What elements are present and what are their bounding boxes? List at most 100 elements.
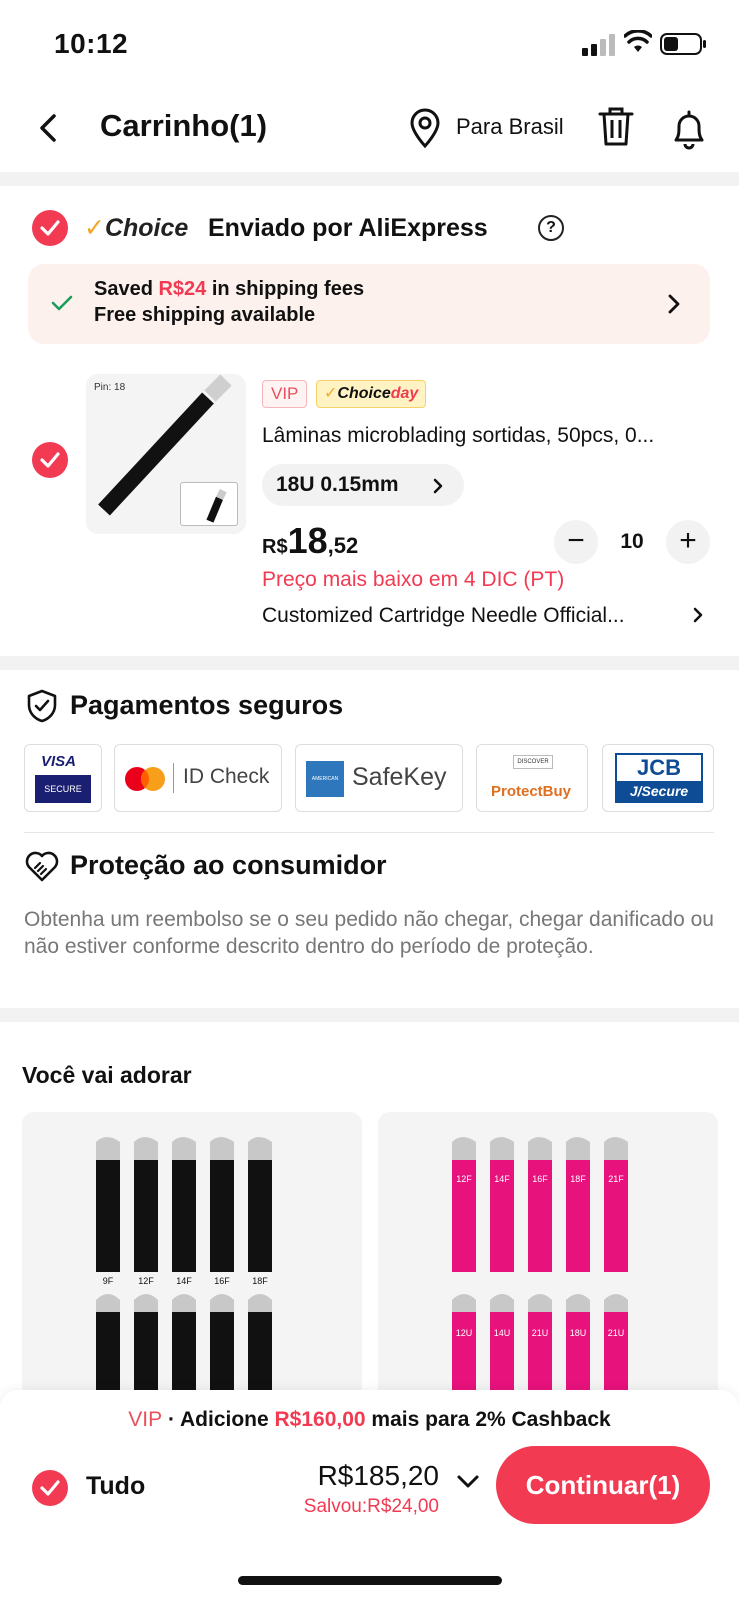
blade-body [134,1160,158,1272]
product-thumbnail [180,482,238,526]
divider [0,1008,739,1022]
jcb-jsecure-logo: JCB J/Secure [602,744,714,812]
checkout-bar: VIP · Adicione R$160,00 mais para 2% Cas… [0,1390,739,1600]
chevron-down-icon[interactable] [456,1474,480,1490]
seller-name[interactable]: Customized Cartridge Needle Official... [262,604,682,628]
blade-tip [604,1137,628,1160]
choiceday-badge: ✓Choiceday [316,380,427,408]
blade-tip [452,1137,476,1160]
blade-tip [490,1137,514,1160]
vip-badge: VIP [262,380,308,408]
shipping-saved-text: Saved R$24 in shipping fees [94,278,365,300]
blade-body [172,1160,196,1272]
free-shipping-text: Free shipping available [94,304,316,326]
blade-label: 12F [138,1276,154,1286]
cashback-note: VIP · Adicione R$160,00 mais para 2% Cas… [128,1408,611,1431]
blade-tip [452,1294,476,1312]
choice-logo: ✓Choice [84,214,189,242]
shield-check-icon [27,689,57,723]
store-name: Enviado por AliExpress [208,214,488,242]
chevron-right-icon [433,478,443,494]
divider [24,832,714,833]
blade-label: 14F [494,1174,510,1184]
bell-icon[interactable] [670,106,708,150]
blade-label: 14U [494,1328,511,1338]
chevron-right-icon [668,294,680,314]
pink-blades-image: 12F 12U 14F 14U 16F 21U 18F 18U 21F 21U [378,1112,718,1412]
signal-icon [582,34,615,56]
product-title[interactable]: Lâminas microblading sortidas, 50pcs, 0.… [262,424,712,448]
header: Carrinho(1) Para Brasil [0,98,739,160]
saved-amount: Salvou:R$24,00 [303,1496,439,1517]
blade-body [210,1160,234,1272]
quantity-increase-button[interactable]: + [666,520,710,564]
quantity-decrease-button[interactable]: − [554,520,598,564]
divider [0,172,739,186]
total-price: R$185,20 [317,1460,439,1491]
amex-safekey-logo: AMERICAN EXPRESS SafeKey [295,744,463,818]
blade-tip [96,1294,120,1312]
blade-label: 14F [176,1276,192,1286]
chevron-right-icon[interactable] [692,606,704,624]
back-arrow-icon[interactable] [30,108,70,148]
protection-title: Proteção ao consumidor [70,850,387,880]
page-title: Carrinho(1) [100,108,268,143]
blade-tip [248,1294,272,1312]
select-all-checkbox[interactable] [32,1470,68,1506]
continue-button[interactable]: Continuar(1) [496,1446,710,1524]
blade-label: 12F [456,1174,472,1184]
divider [0,656,739,670]
product-select-checkbox[interactable] [32,442,68,478]
help-icon[interactable]: ? [538,215,564,241]
store-select-checkbox[interactable] [32,210,68,246]
variant-selector[interactable]: 18U 0.15mm [262,464,464,506]
mastercard-icon [125,767,165,791]
product-image[interactable]: Pin: 18 [86,374,246,534]
blade-tip [134,1294,158,1312]
blade-tip [172,1294,196,1312]
handshake-heart-icon [25,851,59,882]
blade-tip [134,1137,158,1160]
home-indicator [238,1576,502,1585]
blade-label: 16F [214,1276,230,1286]
wifi-icon [624,30,652,52]
blade-tip [210,1294,234,1312]
blade-tip [248,1137,272,1160]
location-pin-icon[interactable] [408,108,442,148]
shipping-banner[interactable]: Saved R$24 in shipping fees Free shippin… [28,264,710,344]
blade-label: 18F [252,1276,268,1286]
blade-tip [490,1294,514,1312]
blade-tip [210,1137,234,1160]
blade-body [96,1160,120,1272]
blade-label: 18U [570,1328,587,1338]
blade-tip [528,1137,552,1160]
blade-tip [96,1137,120,1160]
lowest-price-note: Preço mais baixo em 4 DIC (PT) [262,568,565,591]
quantity-value: 10 [620,530,644,553]
recommendation-card[interactable]: 9F 12F 14F 16F 18F [22,1112,362,1412]
blade-tip [604,1294,628,1312]
recommendation-card[interactable]: 12F 12U 14F 14U 16F 21U 18F 18U 21F 21U [378,1112,718,1412]
blade-label: 21F [608,1174,624,1184]
mastercard-idcheck-logo: ID Check [114,744,282,812]
blade-tip [566,1294,590,1312]
blade-label: 21U [608,1328,625,1338]
blade-label: 18F [570,1174,586,1184]
status-bar: 10:12 [0,0,739,88]
black-blades-image: 9F 12F 14F 16F 18F [22,1112,362,1412]
product-price: R$18,52 [262,520,359,561]
blade-tip [172,1137,196,1160]
trash-icon[interactable] [596,106,636,148]
blade-body [248,1160,272,1272]
recommend-title: Você vai adorar [22,1062,192,1088]
blade-label: 9F [103,1276,114,1286]
check-icon [51,295,73,311]
blade-label: 12U [456,1328,473,1338]
location-label[interactable]: Para Brasil [456,114,564,140]
status-time: 10:12 [54,28,129,59]
visa-secure-logo: VISA SECURE [24,744,102,812]
discover-protectbuy-logo: DISCOVER ProtectBuy [476,744,588,812]
select-all-label[interactable]: Tudo [86,1472,145,1501]
blade-label: 16F [532,1174,548,1184]
blade-tip [566,1137,590,1160]
